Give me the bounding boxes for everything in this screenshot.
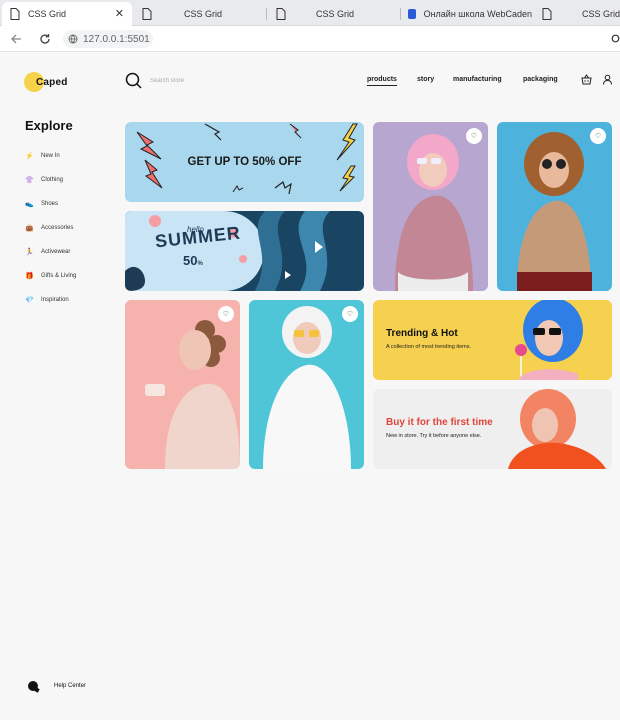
basket-icon[interactable] [581,74,592,85]
tab-title: CSS Grid [28,9,67,19]
back-arrow-icon[interactable] [8,31,24,47]
heart-icon[interactable]: ♡ [466,128,482,144]
sidebar-item-shoes[interactable]: 👟 Shoes [25,198,58,210]
tab-title: CSS Grid [184,9,223,19]
model-photo [508,389,606,469]
reload-icon[interactable] [37,31,53,47]
tab-title: Онлайн школа WebCaden [423,9,532,19]
heart-icon[interactable]: ♡ [342,306,358,322]
tab-separator [400,8,401,20]
sidebar-item-label: Activewear [41,249,71,255]
sidebar-title: Explore [25,118,73,133]
product-photo-pink-hair[interactable]: ♡ [373,122,488,291]
nav-products[interactable]: products [367,76,397,86]
model-photo [263,306,351,469]
tab-title: CSS Grid [581,9,620,19]
document-icon [142,8,152,20]
model-photo [395,134,473,291]
sidebar-item-label: Accessories [41,225,74,231]
trending-banner[interactable]: Trending & Hot A collection of most tren… [373,300,612,380]
help-center-link[interactable]: Help Center [28,681,86,691]
search-icon[interactable] [608,31,620,47]
promo-sale-card[interactable]: GET UP TO 50% OFF [125,122,364,202]
url-text: 127.0.0.1:5501 [83,33,150,45]
diamond-icon: 💎 [25,297,34,304]
webcademy-favicon-icon [408,9,416,19]
heart-icon[interactable]: ♡ [590,128,606,144]
clothing-icon: 👚 [25,177,34,184]
product-photo-white-wig[interactable]: ♡ [249,300,364,469]
summer-percent: 50% [183,253,203,268]
model-photo [517,132,592,291]
gift-icon: 🎁 [25,273,34,280]
document-icon [542,8,552,20]
document-icon [10,8,20,20]
model-photo [145,320,240,469]
document-icon [276,8,286,20]
handbag-icon: 👜 [25,225,34,232]
search-input[interactable] [150,74,270,88]
product-photo-curlers[interactable]: ♡ [125,300,240,469]
browser-tab-bar: CSS Grid ✕ CSS Grid CSS Grid Онлайн школ… [0,0,620,26]
sidebar-item-clothing[interactable]: 👚 Clothing [25,174,63,186]
shoe-icon: 👟 [25,201,34,208]
product-photo-curly-hair[interactable]: ♡ [497,122,612,291]
nav-manufacturing[interactable]: manufacturing [453,76,502,83]
buy-subtitle: New in store. Try it before anyone else. [386,433,482,439]
buy-first-time-banner[interactable]: Buy it for the first time New in store. … [373,389,612,469]
sidebar-item-label: New In [41,153,60,159]
runner-icon: 🏃 [25,249,34,256]
chat-bubble-icon [28,681,38,691]
sidebar-item-label: Gifts & Living [41,273,77,279]
tab-separator [266,8,267,20]
address-bar: 127.0.0.1:5501 [0,26,620,52]
lightning-icon: ⚡ [25,153,34,160]
promo-summer-card[interactable]: hello SUMMER 50% [125,211,364,291]
browser-tab-5[interactable]: CSS Grid [536,2,620,26]
user-icon[interactable] [602,74,613,85]
sidebar-item-inspiration[interactable]: 💎 Inspiration [25,294,69,306]
browser-tab-2[interactable]: CSS Grid [136,2,267,26]
summer-percent-value: 50 [183,253,198,268]
tab-title: CSS Grid [316,9,355,19]
url-field[interactable]: 127.0.0.1:5501 [63,30,153,48]
globe-icon [68,34,78,44]
browser-tab-4[interactable]: Онлайн школа WebCaden [402,2,532,26]
trending-title: Trending & Hot [386,328,458,339]
help-center-label: Help Center [54,683,87,689]
sidebar-item-label: Inspiration [41,297,69,303]
search-icon[interactable] [125,72,142,89]
sidebar-item-label: Shoes [41,201,59,207]
site-logo[interactable]: Caped [24,72,68,92]
logo-text: Caped [36,76,68,88]
model-photo [515,300,583,380]
sidebar-item-gifts-living[interactable]: 🎁 Gifts & Living [25,270,76,282]
sidebar-item-new-in[interactable]: ⚡ New In [25,150,60,162]
trending-subtitle: A collection of most trending items. [386,344,471,350]
promo-sale-text: GET UP TO 50% OFF [187,156,302,168]
browser-tab-1[interactable]: CSS Grid ✕ [2,2,132,26]
sidebar-item-label: Clothing [41,177,64,183]
buy-title: Buy it for the first time [386,417,493,428]
sidebar-item-activewear[interactable]: 🏃 Activewear [25,246,70,258]
nav-packaging[interactable]: packaging [523,76,558,83]
heart-icon[interactable]: ♡ [218,306,234,322]
sidebar-item-accessories[interactable]: 👜 Accessories [25,222,73,234]
summer-percent-sign: % [197,261,203,267]
nav-story[interactable]: story [417,76,434,83]
browser-tab-3[interactable]: CSS Grid [270,2,401,26]
close-tab-icon[interactable]: ✕ [115,7,124,20]
